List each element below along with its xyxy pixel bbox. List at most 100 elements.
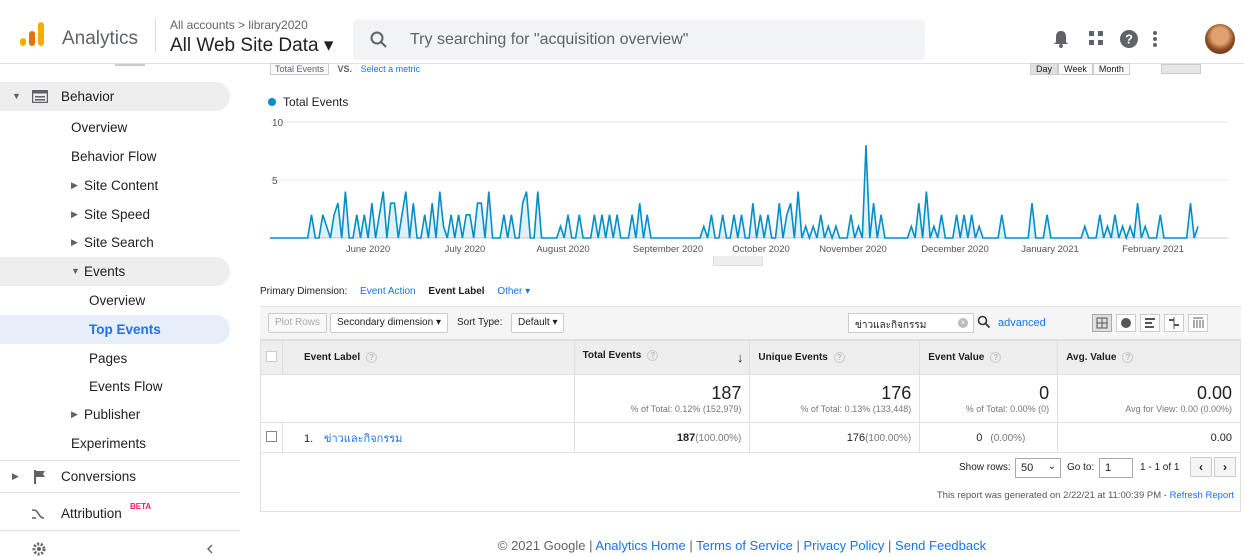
collapsed-caret-icon: ▶ (71, 209, 78, 219)
x-tick-label: September 2020 (633, 244, 703, 255)
col-unique-events[interactable]: Unique Events? (749, 340, 921, 375)
collapse-sidebar-chevron-icon[interactable] (206, 544, 214, 554)
sidebar-item-top-events[interactable]: Top Events (0, 315, 230, 344)
search-box[interactable]: Try searching for "acquisition overview" (353, 20, 925, 60)
table-filter-input[interactable]: ข่าวและกิจกรรม × (848, 313, 974, 333)
col-total-events[interactable]: Total Events? ↓ (573, 340, 751, 375)
col-event-label[interactable]: Event Label? (281, 340, 575, 375)
footer-terms-link[interactable]: Terms of Service (696, 538, 793, 553)
sidebar-item-conversions[interactable]: ▶ Conversions (0, 462, 230, 491)
help-icon[interactable]: ? (1122, 351, 1134, 363)
header-divider (155, 18, 156, 52)
row-event-label-link[interactable]: ข่าวและกิจกรรม (324, 433, 402, 445)
sidebar-item-attribution[interactable]: Attribution BETA (0, 499, 230, 528)
dim-event-action-link[interactable]: Event Action (360, 286, 416, 297)
sidebar-item-events-flow[interactable]: Events Flow (0, 372, 230, 401)
notifications-bell-icon[interactable] (1053, 30, 1069, 48)
sidebar-item-label: Overview (89, 293, 146, 308)
avg-value-cell: 0.00 Avg for View: 0.00 (0.00%) (1057, 374, 1241, 423)
sidebar-item-behavior-overview[interactable]: Overview (0, 113, 230, 142)
total-events-line-chart: Total Events 10 5 June 2020 July 2020 Augus… (268, 95, 1228, 264)
sidebar-item-behavior-flow[interactable]: Behavior Flow (0, 142, 230, 171)
data-table-view-icon[interactable] (1092, 314, 1112, 332)
sidebar-item-label: Events (84, 264, 126, 279)
breadcrumb[interactable]: All accounts > library2020 (170, 18, 308, 32)
sort-type-label: Sort Type: (457, 317, 503, 328)
sidebar-item-label: Site Search (84, 235, 154, 250)
unique-events-pct: % of Total: 0.13% (133,448) (800, 404, 912, 414)
scroll-indicator (115, 64, 145, 66)
beta-badge: BETA (130, 502, 152, 511)
sidebar-item-label: Behavior Flow (71, 149, 157, 164)
pivot-view-icon[interactable] (1188, 314, 1208, 332)
goto-input[interactable]: 1 (1099, 458, 1133, 478)
sidebar-item-label: Overview (71, 120, 128, 135)
sort-type-dropdown[interactable]: Default ▾ (511, 313, 565, 333)
legend-label: Total Events (283, 95, 348, 109)
totals-row: 187% of Total: 0.12% (152,979) 176% of T… (260, 374, 1241, 423)
y-tick-label: 5 (272, 176, 278, 187)
dim-other-dropdown[interactable]: Other ▾ (497, 286, 530, 297)
chart-collapse-handle[interactable] (713, 256, 763, 266)
property-selector[interactable]: All Web Site Data ▾ (170, 34, 333, 57)
sidebar-item-events[interactable]: ▼ Events (0, 257, 230, 286)
footer-separator: | (884, 538, 896, 553)
x-tick-label: February 2021 (1122, 244, 1184, 255)
pie-view-icon[interactable] (1116, 314, 1136, 332)
sidebar-item-events-overview[interactable]: Overview (0, 286, 230, 315)
sidebar-item-behavior[interactable]: ▼ Behavior (0, 82, 230, 111)
plot-rows-button[interactable]: Plot Rows (268, 313, 328, 333)
event-value-value: 0 (1039, 383, 1050, 403)
row-checkbox[interactable] (265, 430, 277, 442)
col-header-text: Total Events (582, 350, 642, 362)
help-icon[interactable]: ? (366, 351, 378, 363)
refresh-report-link[interactable]: Refresh Report (1170, 490, 1234, 501)
prev-page-button[interactable]: ‹ (1190, 457, 1212, 477)
secondary-dimension-dropdown[interactable]: Secondary dimension ▾ (330, 313, 448, 333)
footer-privacy-link[interactable]: Privacy Policy (804, 538, 885, 553)
dim-event-label-selected[interactable]: Event Label (428, 286, 484, 297)
sidebar-item-site-content[interactable]: ▶ Site Content (0, 171, 230, 200)
select-all-checkbox[interactable] (265, 350, 277, 362)
comparison-view-icon[interactable] (1164, 314, 1184, 332)
row-event-value-pct: (0.00%) (990, 432, 1026, 444)
help-icon[interactable]: ? (990, 351, 1002, 363)
show-rows-select[interactable]: 50 ⌄ (1015, 458, 1061, 478)
footer-analytics-home-link[interactable]: Analytics Home (595, 538, 685, 553)
row-event-value: 0 (976, 431, 983, 444)
footer-feedback-link[interactable]: Send Feedback (895, 538, 986, 553)
col-event-value[interactable]: Event Value? (919, 340, 1059, 375)
col-avg-value[interactable]: Avg. Value? (1057, 340, 1241, 375)
analytics-logo[interactable] (20, 22, 46, 46)
advanced-filter-link[interactable]: advanced (998, 317, 1046, 329)
apps-grid-icon[interactable] (1088, 30, 1104, 46)
total-events-pct: % of Total: 0.12% (152,979) (630, 404, 742, 414)
clear-filter-icon[interactable]: × (958, 318, 968, 328)
sidebar-item-site-speed[interactable]: ▶ Site Speed (0, 200, 230, 229)
row-index: 1. (303, 432, 314, 445)
next-page-button[interactable]: › (1214, 457, 1236, 477)
sidebar-item-label: Pages (89, 351, 128, 366)
sidebar-item-publisher[interactable]: ▶ Publisher (0, 400, 230, 429)
primary-dimension-label: Primary Dimension: (260, 286, 348, 297)
performance-view-icon[interactable] (1140, 314, 1160, 332)
x-tick-label: January 2021 (1021, 244, 1079, 255)
sidebar-item-pages[interactable]: Pages (0, 344, 230, 373)
chevron-down-icon: ⌄ (1047, 461, 1056, 472)
filter-search-icon[interactable] (977, 315, 991, 329)
help-icon[interactable]: ? (1120, 30, 1138, 48)
pagination-area: Show rows: 50 ⌄ Go to: 1 1 - 1 of 1 ‹ › T… (260, 452, 1241, 512)
collapsed-caret-icon: ▶ (71, 180, 78, 190)
more-vert-icon[interactable] (1152, 30, 1158, 48)
help-icon[interactable]: ? (647, 350, 659, 361)
sidebar-item-experiments[interactable]: Experiments (0, 429, 230, 458)
goto-label: Go to: (1067, 462, 1095, 473)
app-name: Analytics (62, 28, 139, 49)
account-avatar[interactable] (1205, 24, 1235, 54)
col-header-text: Unique Events (758, 352, 828, 364)
legend-dot (268, 98, 276, 106)
expand-caret-icon: ▼ (71, 266, 80, 276)
footer-copyright: © 2021 Google | (497, 538, 596, 553)
sidebar-item-site-search[interactable]: ▶ Site Search (0, 228, 230, 257)
help-icon[interactable]: ? (833, 351, 845, 363)
